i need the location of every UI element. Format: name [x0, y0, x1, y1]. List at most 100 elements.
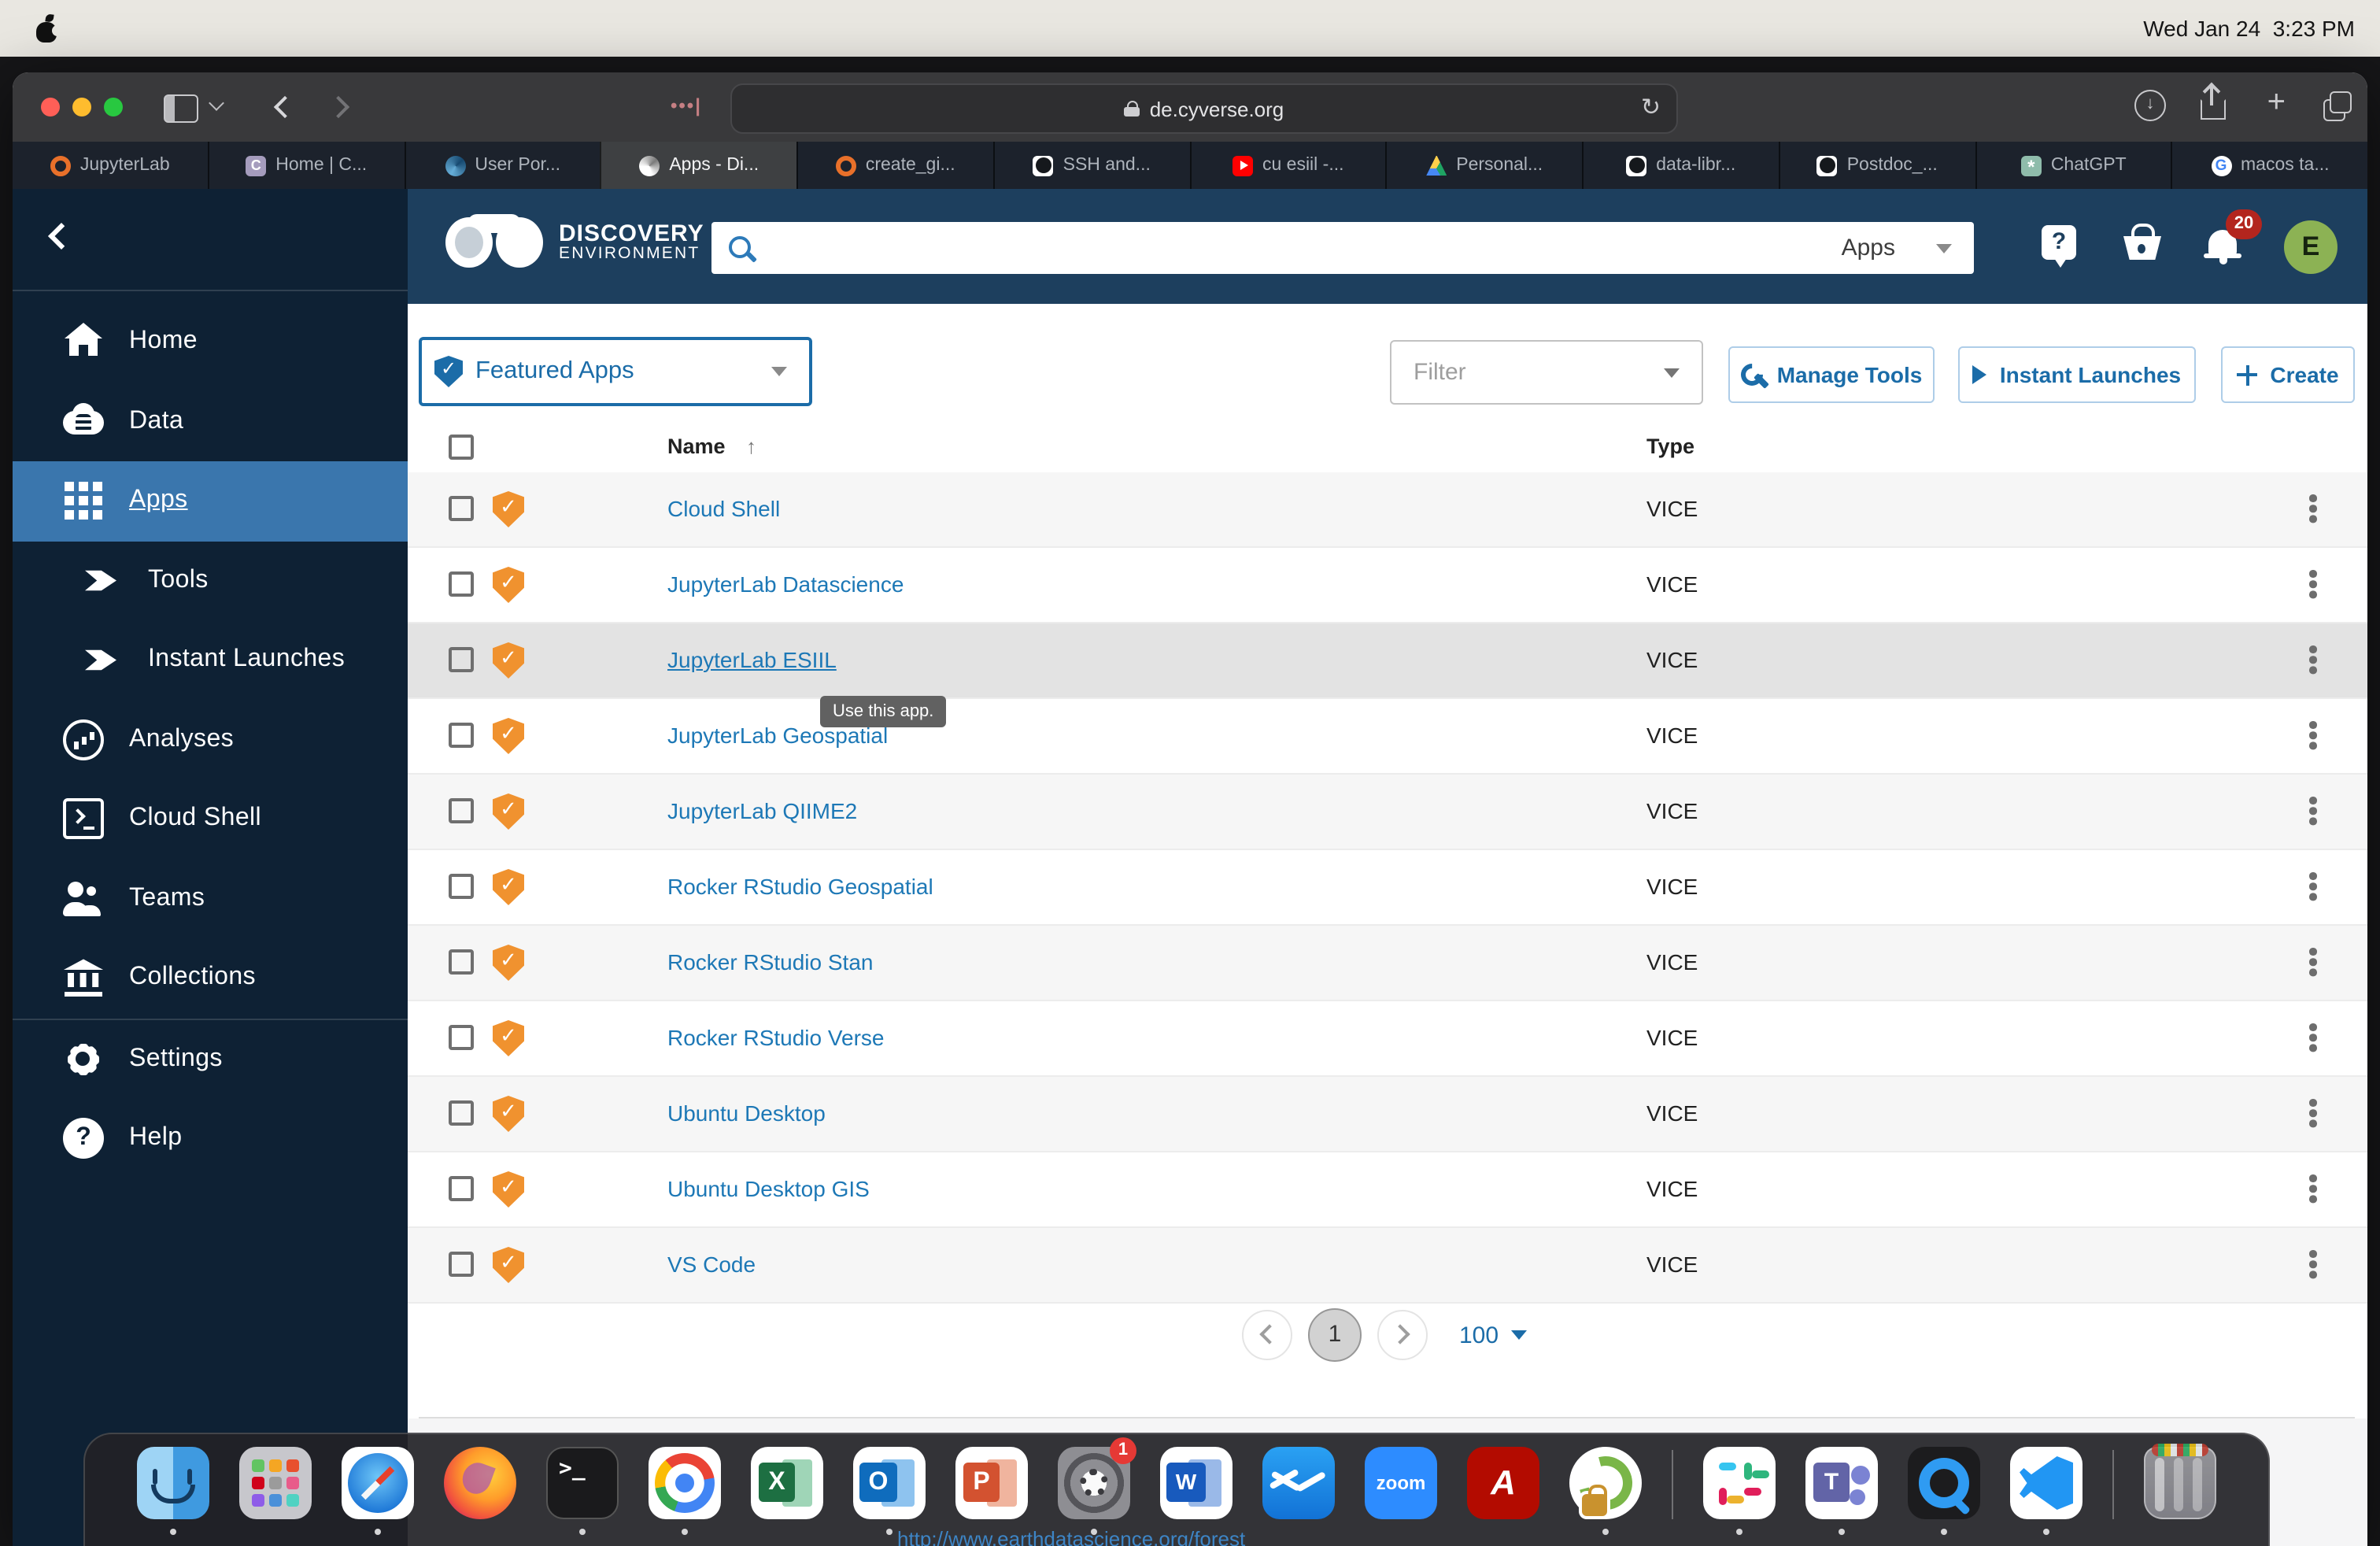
dock-item[interactable]: [2112, 1441, 2114, 1538]
status-icon[interactable]: [1669, 15, 1696, 42]
row-menu-icon[interactable]: [2293, 718, 2331, 756]
app-name-link[interactable]: JupyterLab ESIIL: [667, 647, 837, 672]
create-button[interactable]: Create: [2221, 346, 2355, 403]
prev-page-button[interactable]: [1242, 1310, 1292, 1360]
next-page-button[interactable]: [1377, 1310, 1428, 1360]
browser-tab[interactable]: Apps - Di...: [600, 142, 796, 189]
sidebar-item[interactable]: Help: [13, 1099, 408, 1178]
app-name-link[interactable]: Rocker RStudio Stan: [667, 949, 873, 975]
row-menu-icon[interactable]: [2293, 1171, 2331, 1209]
forward-icon[interactable]: [331, 99, 346, 115]
status-icon[interactable]: [1825, 15, 1852, 42]
browser-tab[interactable]: SSH and...: [992, 142, 1189, 189]
table-row[interactable]: Rocker RStudio Verse VICE: [408, 1001, 2367, 1077]
dock-item[interactable]: [2144, 1441, 2216, 1538]
browser-tab[interactable]: macos ta...: [2171, 142, 2367, 189]
dock-item[interactable]: [649, 1441, 721, 1538]
table-row[interactable]: Rocker RStudio Stan VICE: [408, 926, 2367, 1001]
close-window-button[interactable]: [41, 98, 60, 117]
manage-tools-button[interactable]: Manage Tools: [1728, 346, 1935, 403]
browser-tab[interactable]: Personal...: [1385, 142, 1582, 189]
extension-dots-icon[interactable]: •••|: [671, 94, 702, 117]
help-button[interactable]: ?: [2038, 224, 2086, 271]
row-checkbox[interactable]: [449, 723, 474, 748]
table-row[interactable]: JupyterLab ESIIL VICE: [408, 623, 2367, 699]
sidebar-item[interactable]: Data: [13, 382, 408, 461]
row-menu-icon[interactable]: [2293, 1096, 2331, 1134]
dock-item[interactable]: [1262, 1441, 1335, 1538]
collapse-sidebar-icon[interactable]: [47, 224, 72, 249]
table-row[interactable]: Ubuntu Desktop VICE: [408, 1077, 2367, 1152]
table-row[interactable]: Ubuntu Desktop GIS VICE: [408, 1152, 2367, 1228]
table-row[interactable]: JupyterLab Geospatial VICE: [408, 699, 2367, 775]
avatar[interactable]: E: [2284, 220, 2338, 274]
table-row[interactable]: JupyterLab QIIME2 VICE: [408, 775, 2367, 850]
dock-item[interactable]: [137, 1441, 209, 1538]
row-menu-icon[interactable]: [2293, 869, 2331, 907]
dock-item[interactable]: 1: [1058, 1437, 1136, 1538]
sidebar-toggle-icon[interactable]: [164, 94, 198, 123]
app-name-link[interactable]: VS Code: [667, 1252, 756, 1277]
browser-tab[interactable]: JupyterLab: [13, 142, 208, 189]
row-checkbox[interactable]: [449, 647, 474, 672]
status-icon[interactable]: [2085, 15, 2112, 42]
status-icon[interactable]: [1721, 15, 1748, 42]
app-name-link[interactable]: Ubuntu Desktop: [667, 1100, 826, 1126]
de-logo[interactable]: DISCOVERY ENVIRONMENT: [445, 214, 704, 271]
dock-item[interactable]: [1365, 1441, 1437, 1538]
zoom-window-button[interactable]: [104, 98, 123, 117]
dock-item[interactable]: [1703, 1441, 1776, 1538]
row-checkbox[interactable]: [449, 571, 474, 597]
current-page-button[interactable]: 1: [1308, 1308, 1362, 1362]
store-basket-button[interactable]: [2120, 224, 2168, 271]
column-header-name[interactable]: Name: [667, 435, 726, 458]
browser-tab[interactable]: cu esiil -...: [1189, 142, 1386, 189]
dock-item[interactable]: [1467, 1441, 1539, 1538]
table-row[interactable]: Cloud Shell VICE: [408, 472, 2367, 548]
row-checkbox[interactable]: [449, 496, 474, 521]
category-select[interactable]: Featured Apps: [419, 337, 812, 406]
browser-tab[interactable]: User Por...: [404, 142, 601, 189]
page-size-select[interactable]: 100: [1459, 1322, 1528, 1348]
dock-item[interactable]: [1908, 1441, 1980, 1538]
dock-item[interactable]: [1805, 1441, 1878, 1538]
sidebar-item[interactable]: Collections: [13, 938, 408, 1018]
status-icon[interactable]: [1513, 15, 1540, 42]
row-checkbox[interactable]: [449, 1176, 474, 1201]
sidebar-item[interactable]: Analyses: [13, 700, 408, 779]
table-row[interactable]: JupyterLab Datascience VICE: [408, 548, 2367, 623]
sidebar-item[interactable]: Home: [13, 302, 408, 382]
minimize-window-button[interactable]: [72, 98, 91, 117]
app-name-link[interactable]: Ubuntu Desktop GIS: [667, 1176, 870, 1201]
filter-select[interactable]: Filter: [1390, 340, 1703, 405]
row-checkbox[interactable]: [449, 798, 474, 823]
browser-tab[interactable]: Home | C...: [207, 142, 404, 189]
app-name-link[interactable]: JupyterLab Datascience: [667, 571, 904, 597]
select-all-checkbox[interactable]: [449, 435, 474, 460]
dock-item[interactable]: [2010, 1441, 2082, 1538]
back-icon[interactable]: [274, 99, 290, 115]
row-menu-icon[interactable]: [2293, 793, 2331, 831]
row-checkbox[interactable]: [449, 949, 474, 975]
row-menu-icon[interactable]: [2293, 945, 2331, 982]
dock-item[interactable]: [955, 1441, 1028, 1538]
share-icon[interactable]: [2201, 87, 2226, 120]
status-icon[interactable]: [1877, 15, 1904, 42]
row-menu-icon[interactable]: [2293, 1247, 2331, 1285]
dock-item[interactable]: [1672, 1441, 1673, 1538]
row-menu-icon[interactable]: [2293, 1020, 2331, 1058]
search-scope-select[interactable]: Apps: [1826, 235, 1974, 261]
menubar-clock[interactable]: Wed Jan 24 3:23 PM: [2143, 16, 2355, 41]
row-menu-icon[interactable]: [2293, 491, 2331, 529]
notifications-button[interactable]: 20: [2202, 209, 2262, 271]
downloads-icon[interactable]: ↓: [2134, 90, 2166, 121]
dock-item[interactable]: [853, 1441, 926, 1538]
sidebar-item[interactable]: Instant Launches: [13, 620, 408, 700]
row-checkbox[interactable]: [449, 1100, 474, 1126]
dock-item[interactable]: [546, 1441, 619, 1538]
browser-tab[interactable]: Postdoc_...: [1778, 142, 1975, 189]
row-menu-icon[interactable]: [2293, 642, 2331, 680]
dock-item[interactable]: [1569, 1441, 1642, 1538]
status-icon[interactable]: [1929, 15, 1956, 42]
dock-item[interactable]: [1160, 1441, 1232, 1538]
